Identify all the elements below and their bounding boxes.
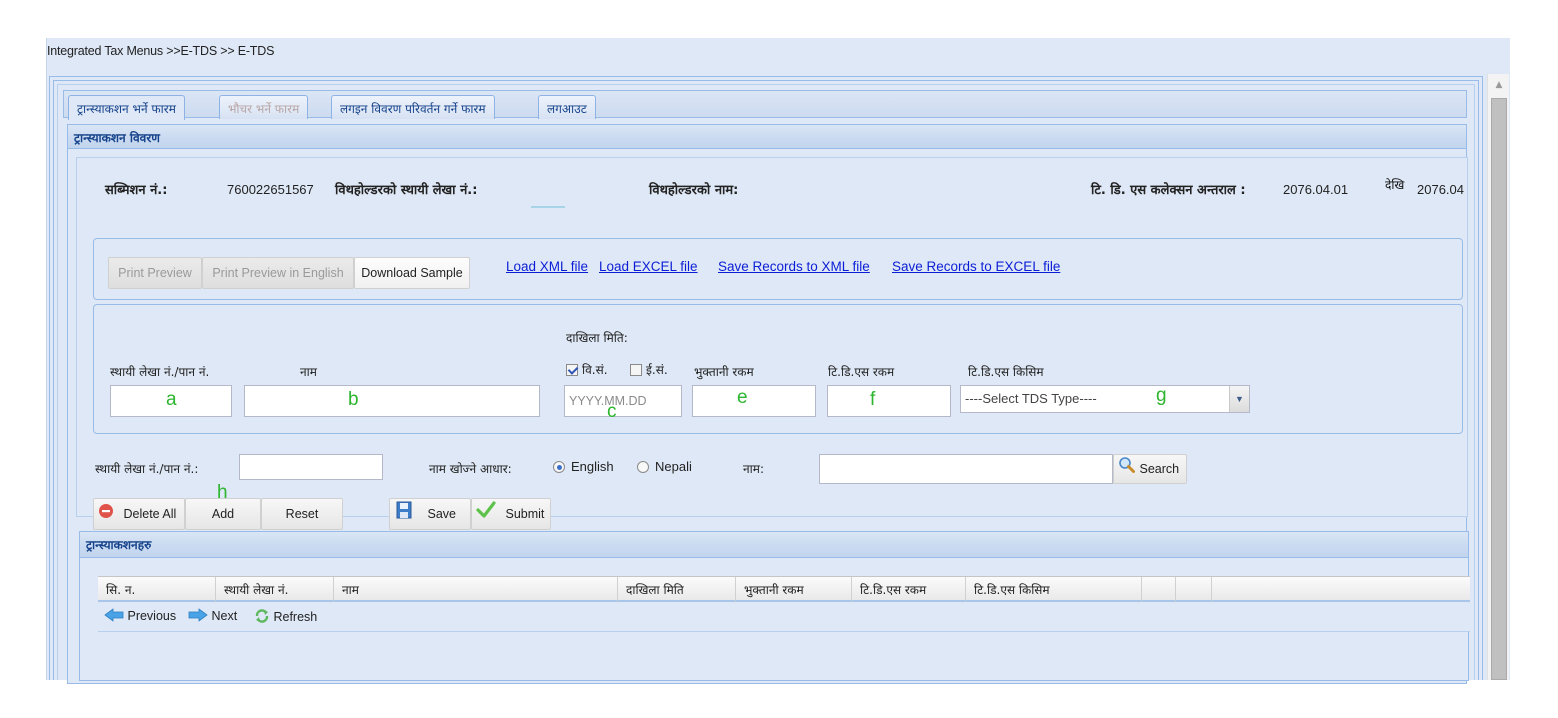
- print-preview-english-button[interactable]: Print Preview in English: [202, 257, 354, 289]
- submission-label: सब्मिशन नं.:: [105, 183, 168, 198]
- delete-icon: [98, 500, 114, 530]
- search-button[interactable]: Search: [1113, 454, 1187, 484]
- date-input[interactable]: YYYY.MM.DD: [564, 385, 682, 417]
- search-name-input[interactable]: [819, 454, 1113, 484]
- transactions-grid-header: सि. न. स्थायी लेखा नं. नाम दाखिला मिति भ…: [98, 576, 1470, 602]
- delete-all-label: Delete All: [123, 507, 177, 521]
- search-button-label: Search: [1139, 462, 1180, 476]
- delete-all-button[interactable]: Delete All: [93, 498, 185, 530]
- column-tds-amount[interactable]: टि.डि.एस रकम: [852, 577, 966, 601]
- transactions-title: ट्रान्स्याकशनहरु: [80, 532, 1468, 558]
- column-extra-2[interactable]: [1176, 577, 1212, 601]
- pagination-toolbar: Previous Next Refresh: [98, 602, 1470, 632]
- radio-nepali-button[interactable]: [637, 461, 649, 473]
- tab-strip: ट्रान्स्याकशन भर्ने फारम भौचर भर्ने फारम…: [63, 90, 1467, 120]
- main-frame: Integrated Tax Menus >>E-TDS >> E-TDS ट्…: [46, 38, 1510, 684]
- reset-button[interactable]: Reset: [261, 498, 343, 530]
- radio-nepali-label: Nepali: [655, 459, 692, 474]
- scrollbar-thumb[interactable]: [1491, 98, 1507, 680]
- entry-form: स्थायी लेखा नं./पान नं. नाम दाखिला मिति:…: [93, 304, 1463, 434]
- column-name[interactable]: नाम: [334, 577, 618, 601]
- search-pan-input[interactable]: [239, 454, 383, 480]
- column-pan[interactable]: स्थायी लेखा नं.: [216, 577, 334, 601]
- save-button[interactable]: Save: [389, 498, 471, 530]
- bs-label: वि.सं.: [582, 363, 608, 377]
- load-xml-link[interactable]: Load XML file: [506, 259, 588, 274]
- tds-type-select[interactable]: ----Select TDS Type---- ▼: [960, 385, 1250, 413]
- submission-value: 760022651567: [227, 182, 314, 197]
- search-name-label: नाम:: [743, 462, 764, 476]
- load-excel-link[interactable]: Load EXCEL file: [599, 259, 698, 274]
- radio-english-label: English: [571, 459, 614, 474]
- submission-info-row: सब्मिशन नं.: 760022651567 विथहोल्डरको स्…: [77, 178, 1467, 204]
- save-excel-link[interactable]: Save Records to EXCEL file: [892, 259, 1060, 274]
- add-button[interactable]: Add: [185, 498, 261, 530]
- tab-voucher-form[interactable]: भौचर भर्ने फारम: [219, 95, 309, 119]
- withholder-pan-label: विथहोल्डरको स्थायी लेखा नं.:: [335, 183, 478, 198]
- interval-from-value: 2076.04.01: [1283, 182, 1349, 197]
- bs-checkbox[interactable]: वि.सं.: [566, 361, 608, 378]
- tds-amount-input[interactable]: [827, 385, 951, 417]
- refresh-icon: [254, 608, 270, 627]
- tds-amount-label: टि.डि.एस रकम: [828, 365, 895, 379]
- arrow-right-icon: [188, 608, 208, 625]
- collection-interval-label: टि. डि. एस कलेक्सन अन्तराल :: [1091, 183, 1246, 198]
- bs-checkbox-box[interactable]: [566, 364, 578, 376]
- next-label: Next: [211, 608, 238, 623]
- name-search-basis-label: नाम खोज्ने आधार:: [429, 462, 512, 476]
- column-tds-type[interactable]: टि.डि.एस किसिम: [966, 577, 1142, 601]
- search-icon: [1118, 456, 1136, 484]
- pan-label: स्थायी लेखा नं./पान नं.: [110, 365, 210, 379]
- column-serial[interactable]: सि. न.: [98, 577, 216, 601]
- radio-english[interactable]: English: [553, 459, 614, 474]
- previous-label: Previous: [127, 608, 177, 623]
- tab-logout[interactable]: लगआउट: [538, 95, 596, 119]
- panel-title: ट्रान्स्याकशन विवरण: [68, 125, 1466, 149]
- refresh-button[interactable]: Refresh: [254, 608, 317, 627]
- tab-transaction-form[interactable]: ट्रान्स्याकशन भर्ने फारम: [68, 95, 185, 120]
- radio-nepali[interactable]: Nepali: [637, 459, 692, 474]
- column-extra-1[interactable]: [1142, 577, 1176, 601]
- save-xml-link[interactable]: Save Records to XML file: [718, 259, 870, 274]
- column-deposit-date[interactable]: दाखिला मिति: [618, 577, 736, 601]
- floppy-disk-icon: [396, 500, 412, 530]
- tab-change-login-form[interactable]: लगइन विवरण परिवर्तन गर्ने फारम: [331, 95, 495, 119]
- radio-english-button[interactable]: [553, 461, 565, 473]
- refresh-label: Refresh: [273, 609, 318, 624]
- tds-type-label: टि.डि.एस किसिम: [968, 365, 1044, 379]
- download-sample-button[interactable]: Download Sample: [354, 257, 470, 289]
- vertical-scrollbar[interactable]: ▲: [1487, 74, 1509, 680]
- pan-value-underline: [531, 206, 565, 208]
- payment-amount-input[interactable]: [692, 385, 816, 417]
- ad-label: ई.सं.: [646, 363, 668, 377]
- name-input[interactable]: [244, 385, 540, 417]
- from-label: देखि: [1385, 178, 1405, 192]
- print-preview-button[interactable]: Print Preview: [108, 257, 202, 289]
- arrow-left-icon: [104, 608, 124, 625]
- payment-amount-label: भुक्तानी रकम: [694, 365, 754, 379]
- ad-checkbox-box[interactable]: [630, 364, 642, 376]
- tds-type-selected: ----Select TDS Type----: [965, 391, 1097, 406]
- transactions-panel: ट्रान्स्याकशनहरु सि. न. स्थायी लेखा नं. …: [79, 531, 1470, 681]
- file-toolbar: Print Preview Print Preview in English D…: [93, 238, 1463, 300]
- interval-to-value: 2076.04: [1417, 182, 1464, 197]
- withholder-name-label: विथहोल्डरको नाम:: [649, 183, 739, 198]
- date-label: दाखिला मिति:: [566, 331, 628, 345]
- pan-input[interactable]: [110, 385, 232, 417]
- column-payment-amount[interactable]: भुक्तानी रकम: [736, 577, 852, 601]
- submit-button[interactable]: Submit: [471, 498, 551, 530]
- search-pan-label: स्थायी लेखा नं./पान नं.:: [95, 462, 199, 476]
- previous-button[interactable]: Previous: [104, 608, 176, 625]
- chevron-down-icon[interactable]: ▼: [1229, 386, 1249, 412]
- name-label: नाम: [300, 365, 317, 379]
- breadcrumb: Integrated Tax Menus >>E-TDS >> E-TDS: [47, 44, 275, 58]
- scroll-up-arrow-icon[interactable]: ▲: [1488, 74, 1510, 96]
- checkmark-icon: [476, 500, 496, 530]
- save-label: Save: [427, 507, 456, 521]
- next-button[interactable]: Next: [188, 608, 237, 625]
- submit-label: Submit: [505, 507, 545, 521]
- ad-checkbox[interactable]: ई.सं.: [630, 361, 668, 378]
